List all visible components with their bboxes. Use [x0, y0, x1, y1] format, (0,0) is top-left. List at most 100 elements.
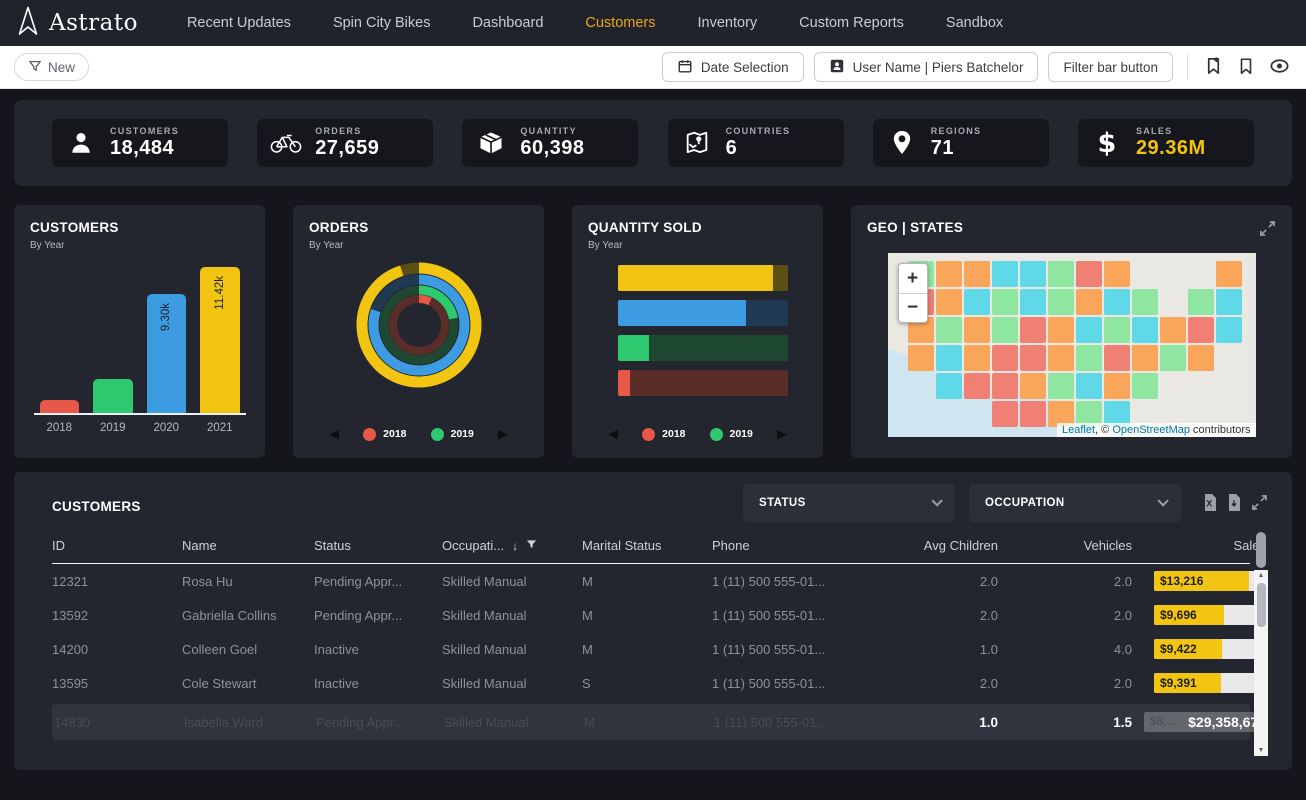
state-shape[interactable]: [1076, 289, 1102, 315]
state-shape[interactable]: [964, 289, 990, 315]
qbar-2020[interactable]: [618, 300, 788, 326]
state-shape[interactable]: [992, 317, 1018, 343]
filter-bar-button[interactable]: Filter bar button: [1048, 52, 1173, 82]
state-shape[interactable]: [1076, 345, 1102, 371]
excel-export-icon[interactable]: X: [1203, 494, 1217, 514]
user-name-button[interactable]: User Name | Piers Batchelor: [814, 52, 1039, 82]
bookmark-add-button[interactable]: [1202, 54, 1225, 80]
state-shape[interactable]: [1188, 317, 1214, 343]
legend-next-icon[interactable]: ▶: [777, 426, 787, 442]
qbar-2021[interactable]: [618, 265, 788, 291]
table-row[interactable]: 13592 Gabriella Collins Pending Appr... …: [52, 598, 1250, 632]
occupation-dropdown[interactable]: OCCUPATION: [969, 484, 1181, 522]
col-header-sales[interactable]: Sales: [1132, 538, 1266, 563]
zoom-out-button[interactable]: −: [899, 293, 927, 322]
state-shape[interactable]: [1048, 345, 1074, 371]
legend-prev-icon[interactable]: ◀: [608, 426, 618, 442]
state-shape[interactable]: [1132, 289, 1158, 315]
astrato-logo[interactable]: Astrato: [16, 6, 138, 41]
col-header-vehicles[interactable]: Vehicles: [998, 538, 1132, 563]
bar-2020[interactable]: 9.30k: [147, 294, 187, 413]
state-shape[interactable]: [992, 261, 1018, 287]
nav-item-inventory[interactable]: Inventory: [698, 15, 758, 31]
state-shape[interactable]: [1020, 289, 1046, 315]
state-shape[interactable]: [1188, 345, 1214, 371]
state-shape[interactable]: [1048, 261, 1074, 287]
state-shape[interactable]: [936, 261, 962, 287]
nav-item-customers[interactable]: Customers: [585, 15, 655, 31]
legend-item-2019[interactable]: 2019: [710, 428, 753, 441]
state-shape[interactable]: [1216, 317, 1242, 343]
col-header-phone[interactable]: Phone: [712, 538, 870, 563]
state-shape[interactable]: [1104, 373, 1130, 399]
qbar-2018[interactable]: [618, 370, 788, 396]
sort-desc-icon[interactable]: ↓: [512, 539, 518, 553]
state-shape[interactable]: [1188, 289, 1214, 315]
state-shape[interactable]: [1160, 317, 1186, 343]
openstreetmap-link[interactable]: OpenStreetMap: [1112, 424, 1190, 436]
legend-item-2018[interactable]: 2018: [642, 428, 685, 441]
table-scrollbar[interactable]: ▲ ▼: [1254, 570, 1268, 756]
state-shape[interactable]: [964, 345, 990, 371]
state-shape[interactable]: [1020, 401, 1046, 427]
state-shape[interactable]: [1048, 317, 1074, 343]
nav-item-custom-reports[interactable]: Custom Reports: [799, 15, 904, 31]
col-header-marital-status[interactable]: Marital Status: [582, 538, 712, 563]
zoom-in-button[interactable]: +: [899, 264, 927, 293]
date-selection-button[interactable]: Date Selection: [662, 52, 804, 82]
state-shape[interactable]: [1020, 261, 1046, 287]
bookmark-button[interactable]: [1235, 55, 1257, 80]
table-row[interactable]: 14200 Colleen Goel Inactive Skilled Manu…: [52, 632, 1250, 666]
state-shape[interactable]: [964, 261, 990, 287]
nav-item-dashboard[interactable]: Dashboard: [472, 15, 543, 31]
state-shape[interactable]: [1104, 261, 1130, 287]
state-shape[interactable]: [992, 401, 1018, 427]
expand-icon[interactable]: [1259, 220, 1276, 240]
table-scrollbar-thumb[interactable]: [1257, 583, 1266, 627]
nav-item-recent-updates[interactable]: Recent Updates: [187, 15, 291, 31]
state-shape[interactable]: [1132, 373, 1158, 399]
leaflet-map[interactable]: + − Leaflet, © OpenStreetMap contributor…: [888, 253, 1256, 437]
table-row[interactable]: 13595 Cole Stewart Inactive Skilled Manu…: [52, 666, 1250, 700]
leaflet-link[interactable]: Leaflet: [1062, 424, 1095, 436]
state-shape[interactable]: [1104, 317, 1130, 343]
legend-item-2019[interactable]: 2019: [431, 428, 474, 441]
status-dropdown[interactable]: STATUS: [743, 484, 955, 522]
widget-scrollbar-thumb[interactable]: [1256, 532, 1266, 568]
state-shape[interactable]: [936, 317, 962, 343]
scroll-down-icon[interactable]: ▼: [1258, 745, 1265, 756]
state-shape[interactable]: [1132, 345, 1158, 371]
state-shape[interactable]: [1020, 373, 1046, 399]
nav-item-spin-city-bikes[interactable]: Spin City Bikes: [333, 15, 431, 31]
column-filter-icon[interactable]: [526, 538, 537, 553]
state-shape[interactable]: [1076, 317, 1102, 343]
legend-item-2018[interactable]: 2018: [363, 428, 406, 441]
expand-icon[interactable]: [1251, 494, 1268, 514]
state-shape[interactable]: [992, 289, 1018, 315]
state-shape[interactable]: [936, 373, 962, 399]
state-shape[interactable]: [1160, 345, 1186, 371]
view-button[interactable]: [1267, 55, 1292, 80]
state-shape[interactable]: [936, 289, 962, 315]
state-shape[interactable]: [1048, 289, 1074, 315]
state-shape[interactable]: [992, 345, 1018, 371]
doc-export-icon[interactable]: [1227, 494, 1241, 514]
state-shape[interactable]: [1104, 345, 1130, 371]
bar-2018[interactable]: [40, 400, 80, 413]
col-header-status[interactable]: Status: [314, 538, 442, 563]
col-header-id[interactable]: ID: [52, 538, 182, 563]
state-shape[interactable]: [1076, 373, 1102, 399]
col-header-avg-children[interactable]: Avg Children: [870, 538, 998, 563]
state-shape[interactable]: [964, 373, 990, 399]
new-filter-button[interactable]: New: [14, 53, 89, 81]
state-shape[interactable]: [1216, 289, 1242, 315]
col-header-occupation[interactable]: Occupati... ↓: [442, 538, 582, 563]
table-row[interactable]: 12321 Rosa Hu Pending Appr... Skilled Ma…: [52, 564, 1250, 598]
bar-2021[interactable]: 11.42k: [200, 267, 240, 413]
state-shape[interactable]: [1104, 289, 1130, 315]
state-shape[interactable]: [964, 317, 990, 343]
state-shape[interactable]: [1020, 317, 1046, 343]
state-shape[interactable]: [908, 345, 934, 371]
bar-2019[interactable]: [93, 379, 133, 413]
legend-prev-icon[interactable]: ◀: [329, 426, 339, 442]
